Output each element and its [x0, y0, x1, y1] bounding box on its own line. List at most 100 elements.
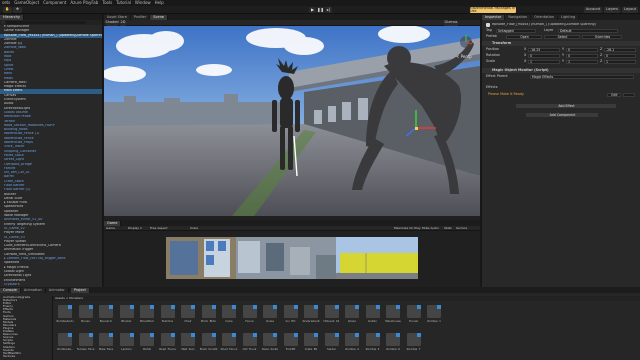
- gizmos-dropdown[interactable]: Gizmos: [444, 20, 458, 26]
- tag-dropdown[interactable]: Untagged: [496, 28, 536, 33]
- asset-thumbnail[interactable]: [406, 333, 421, 346]
- display-dropdown[interactable]: Display 1: [128, 227, 142, 230]
- asset-thumbnail[interactable]: [283, 305, 298, 318]
- pos-x-field[interactable]: -16.25: [528, 47, 560, 52]
- layers-dropdown[interactable]: Layers: [604, 7, 620, 13]
- rot-x-field[interactable]: 0: [528, 53, 560, 58]
- asset-thumbnail[interactable]: [201, 305, 216, 318]
- effect-parent-field[interactable]: Magic Effects: [530, 74, 634, 79]
- mute-toggle[interactable]: Mute Audio: [422, 227, 439, 230]
- 2d-toggle[interactable]: 2D: [120, 20, 126, 26]
- transform-hand-tool[interactable]: ✋: [3, 7, 12, 13]
- script-header[interactable]: Magic Object Monitor (Script): [492, 68, 549, 72]
- rot-y-field[interactable]: 0: [566, 53, 598, 58]
- asset-thumbnail[interactable]: [119, 333, 134, 346]
- transform-move-tool[interactable]: ✥: [13, 7, 22, 13]
- account-dropdown[interactable]: Account: [584, 7, 602, 13]
- asset-thumbnail[interactable]: [324, 305, 339, 318]
- asset-thumbnail[interactable]: [222, 333, 236, 346]
- add-effect-button[interactable]: Add Effect: [516, 104, 616, 108]
- asset-thumbnail[interactable]: [181, 333, 195, 346]
- pos-y-field[interactable]: 0: [566, 47, 598, 52]
- asset-thumbnail[interactable]: [78, 305, 93, 318]
- asset-thumbnail[interactable]: [427, 305, 441, 318]
- menu-item-tools[interactable]: Tools: [102, 1, 112, 5]
- asset-thumbnail[interactable]: [181, 305, 195, 318]
- aspect-dropdown[interactable]: Free Aspect: [150, 227, 168, 230]
- asset-thumbnail[interactable]: [222, 305, 236, 318]
- asset-thumbnail[interactable]: [160, 305, 175, 318]
- tab-project[interactable]: Project: [70, 288, 90, 293]
- asset-thumbnail[interactable]: [304, 305, 318, 318]
- asset-thumbnail[interactable]: [263, 305, 277, 318]
- transform-header[interactable]: Transform: [492, 41, 511, 45]
- menu-item-sets[interactable]: sets: [2, 1, 10, 5]
- scl-x-field[interactable]: 1: [528, 59, 560, 64]
- asset-thumbnail[interactable]: [78, 333, 93, 346]
- asset-thumbnail[interactable]: [345, 305, 359, 318]
- asset-thumbnail[interactable]: [345, 333, 359, 346]
- prefab-badge-icon: [437, 305, 441, 309]
- tab-animator[interactable]: Animator: [45, 288, 69, 293]
- layout-dropdown[interactable]: Layout: [622, 7, 638, 13]
- menu-item-window[interactable]: Window: [135, 1, 151, 5]
- asset-thumbnail[interactable]: [304, 333, 318, 346]
- asset-thumbnail[interactable]: [58, 333, 72, 346]
- menu-item-azure-playfab[interactable]: Azure PlayFab: [70, 1, 98, 5]
- asset-thumbnail[interactable]: [365, 333, 380, 346]
- scene-viewport[interactable]: < Persp: [104, 26, 480, 216]
- asset-thumbnail[interactable]: [365, 305, 380, 318]
- menu-item-component[interactable]: Component: [43, 1, 66, 5]
- experimental-packages-badge[interactable]: Experimental Packages In Use: [470, 6, 516, 13]
- asset-thumbnail[interactable]: [283, 333, 298, 346]
- add-component-button[interactable]: Add Component: [526, 113, 598, 117]
- asset-thumbnail[interactable]: [242, 305, 257, 318]
- scene-render[interactable]: < Persp: [104, 26, 480, 216]
- shading-mode-dropdown[interactable]: Shaded: [105, 20, 119, 26]
- asset-thumbnail[interactable]: [324, 333, 339, 346]
- game-view[interactable]: [166, 237, 418, 279]
- asset-thumbnail[interactable]: [58, 305, 72, 318]
- asset-thumbnail[interactable]: [140, 333, 154, 346]
- asset-grid: Zombiebody Bones Bones(1) Blocker BloodPool B…: [56, 303, 640, 360]
- asset-thumbnail[interactable]: [99, 333, 113, 346]
- rot-z-field[interactable]: 0: [604, 53, 636, 58]
- prefab-open-button[interactable]: Open: [506, 34, 542, 39]
- play-button[interactable]: ▶: [309, 7, 316, 13]
- pause-button[interactable]: ❚❚: [317, 7, 324, 13]
- maximize-toggle[interactable]: Maximize On Play: [394, 227, 421, 230]
- asset-thumbnail[interactable]: [160, 333, 175, 346]
- prefab-overrides-dropdown[interactable]: Overrides: [582, 34, 622, 39]
- asset-thumbnail[interactable]: [119, 305, 134, 318]
- stats-toggle[interactable]: Stats: [444, 227, 452, 230]
- scl-z-field[interactable]: 1: [604, 59, 636, 64]
- asset-thumbnail[interactable]: [386, 333, 400, 346]
- object-name[interactable]: episode_Flow_(94444) (human_) (updated)(…: [492, 23, 596, 26]
- prefab-badge-icon: [355, 333, 359, 337]
- hierarchy-search-input[interactable]: [5, 20, 86, 25]
- object-active-checkbox[interactable]: [486, 23, 490, 27]
- asset-thumbnail[interactable]: [140, 305, 154, 318]
- menu-item-gameobject[interactable]: GameObject: [14, 1, 39, 5]
- asset-thumbnail[interactable]: [386, 305, 400, 318]
- scl-y-field[interactable]: 1: [566, 59, 598, 64]
- pos-z-field[interactable]: -26.1: [604, 47, 636, 52]
- tab-console[interactable]: Console: [0, 288, 21, 293]
- asset-thumbnail[interactable]: [201, 333, 216, 346]
- layer-dropdown[interactable]: Default: [558, 28, 618, 33]
- step-button[interactable]: ▸|: [325, 7, 332, 13]
- tab-animation[interactable]: Animation: [20, 288, 46, 293]
- project-folder[interactable]: Textures: [0, 355, 52, 358]
- asset-label: Tunnel: [408, 319, 419, 323]
- edit-button[interactable]: Edit: [607, 92, 621, 97]
- asset-thumbnail[interactable]: [406, 305, 421, 318]
- game-gizmos-dropdown[interactable]: Gizmos: [456, 227, 467, 230]
- prefab-select-button[interactable]: Select: [544, 34, 580, 39]
- menu-item-tutorial[interactable]: Tutorial: [116, 1, 131, 5]
- scale-slider[interactable]: Scale: [190, 227, 198, 230]
- menu-item-help[interactable]: Help: [155, 1, 164, 5]
- remove-button[interactable]: [623, 92, 635, 97]
- asset-thumbnail[interactable]: [242, 333, 257, 346]
- asset-thumbnail[interactable]: [263, 333, 277, 346]
- asset-thumbnail[interactable]: [99, 305, 113, 318]
